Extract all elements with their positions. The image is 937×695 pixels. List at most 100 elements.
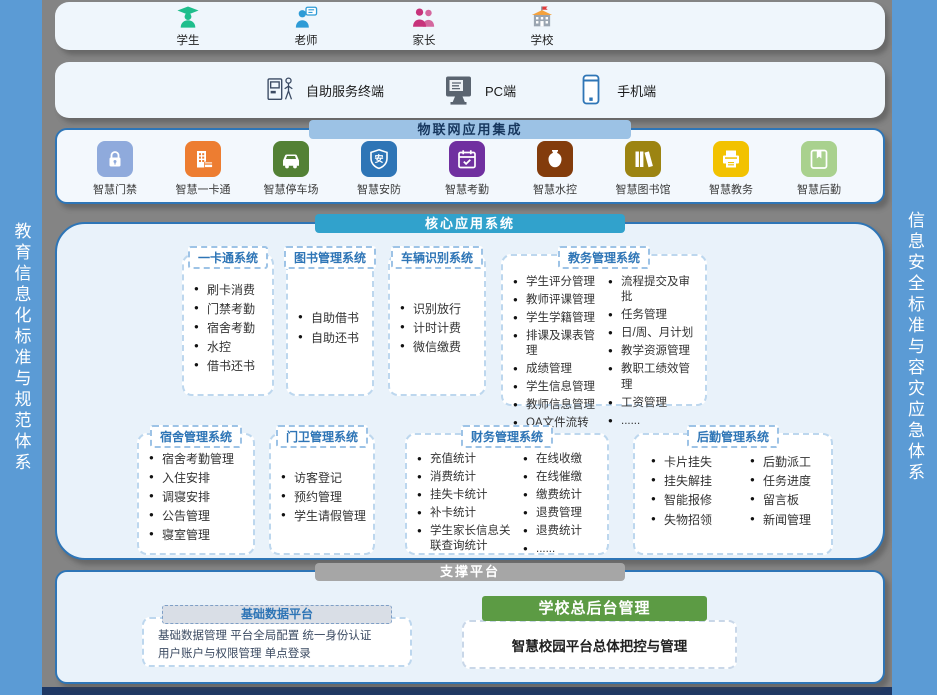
terminal-group-kiosk: 自助服务终端 [263,73,384,107]
iot-item-door-access: 智慧门禁 [81,141,149,197]
system-item: 预约管理 [281,489,366,505]
security-icon: 安 [361,141,397,177]
right-rail: 信息安全标准与容灾应急体系 [892,0,937,695]
system-item: 宿舍考勤 [194,320,255,336]
system-item: 日/周、月计划 [608,326,701,342]
system-item: 教师信息管理 [513,398,606,414]
system-item-column: 后勤派工任务进度留言板新闻管理 [750,451,827,531]
system-item: 教职工绩效管理 [608,362,701,393]
system-item-column: 流程提交及审批任务管理日/周、月计划教学资源管理教职工绩效管理工资管理.....… [608,272,701,432]
system-box-title: 后勤管理系统 [687,425,779,448]
logistics-icon [801,141,837,177]
system-item: 留言板 [750,492,827,508]
system-item: 计时计费 [400,320,461,336]
school-admin-content: 智慧校园平台总体把控与管理 [512,635,688,655]
system-box-title: 门卫管理系统 [276,425,368,448]
core-row-2: 宿舍管理系统宿舍考勤管理入住安排调寝安排公告管理寝室管理门卫管理系统访客登记预约… [137,433,883,555]
system-box-title: 图书管理系统 [284,246,376,269]
system-item: 自助借书 [298,310,359,326]
parking-icon [273,141,309,177]
user-label: 学生 [177,32,200,48]
system-box-content: 自助借书自助还书 [288,256,372,394]
iot-banner: 物联网应用集成 [309,120,631,139]
school-admin-banner: 学校总后台管理 [482,596,707,621]
system-item: 流程提交及审批 [608,275,701,306]
base-data-platform-box: 基础数据平台 基础数据管理 平台全局配置 统一身份认证 用户账户与权限管理 单点… [142,617,412,667]
system-item: 识别放行 [400,301,461,317]
core-row-1: 一卡通系统刷卡消费门禁考勤宿舍考勤水控借书还书图书管理系统自助借书自助还书车辆识… [182,224,883,406]
system-item-column: 刷卡消费门禁考勤宿舍考勤水控借书还书 [194,279,255,378]
system-box-content: 访客登记预约管理学生请假管理 [271,435,373,553]
system-item: 退费管理 [523,506,582,522]
system-box-title: 教务管理系统 [558,246,650,269]
system-item: 访客登记 [281,470,366,486]
system-item: 充值统计 [417,452,521,468]
system-item: 成绩管理 [513,362,606,378]
terminal-group-pc: PC端 [442,73,516,107]
pc-icon [442,73,476,107]
system-item: 入住安排 [149,470,234,486]
system-box-content: 识别放行计时计费微信缴费 [390,256,484,394]
system-item: 寝室管理 [149,527,234,543]
system-box-logistics: 后勤管理系统卡片挂失挂失解挂智能报修失物招领后勤派工任务进度留言板新闻管理 [633,433,833,555]
base-data-platform-title: 基础数据平台 [162,605,392,624]
system-box-vehicle: 车辆识别系统识别放行计时计费微信缴费 [388,254,486,396]
iot-label: 智慧安防 [357,181,401,197]
system-box-gate: 门卫管理系统访客登记预约管理学生请假管理 [269,433,375,555]
system-item: 挂失卡统计 [417,488,521,504]
bottom-bar [42,687,892,695]
school-admin-box: 智慧校园平台总体把控与管理 [462,620,737,669]
terminal-label: PC端 [485,81,516,100]
iot-label: 智慧考勤 [445,181,489,197]
user-label: 老师 [295,32,318,48]
iot-item-parking: 智慧停车场 [257,141,325,197]
support-banner: 支撑平台 [315,563,625,581]
system-item-column: 访客登记预约管理学生请假管理 [281,467,366,528]
system-box-content: 宿舍考勤管理入住安排调寝安排公告管理寝室管理 [139,435,253,553]
system-item: 补卡统计 [417,506,521,522]
system-item: 后勤派工 [750,454,827,470]
library-icon [625,141,661,177]
kiosk-icon [263,73,297,107]
system-box-library: 图书管理系统自助借书自助还书 [286,254,374,396]
right-rail-label: 信息安全标准与容灾应急体系 [902,211,927,484]
system-box-dorm: 宿舍管理系统宿舍考勤管理入住安排调寝安排公告管理寝室管理 [137,433,255,555]
system-item: 退费统计 [523,524,582,540]
student-icon [175,4,201,30]
system-item: 工资管理 [608,396,701,412]
terminal-label: 自助服务终端 [306,81,384,100]
system-box-title: 宿舍管理系统 [150,425,242,448]
left-rail: 教育信息化标准与规范体系 [0,0,42,695]
system-item-column: 卡片挂失挂失解挂智能报修失物招领 [651,451,728,531]
system-item: 消费统计 [417,470,521,486]
system-box-content: 学生评分管理教师评课管理学生学籍管理排课及课表管理成绩管理学生信息管理教师信息管… [503,256,705,404]
iot-label: 智慧后勤 [797,181,841,197]
user-label: 家长 [413,32,436,48]
left-rail-label: 教育信息化标准与规范体系 [9,222,34,474]
iot-item-security: 安智慧安防 [345,141,413,197]
academic-icon [713,141,749,177]
system-box-content: 卡片挂失挂失解挂智能报修失物招领后勤派工任务进度留言板新闻管理 [635,435,831,553]
system-item: 宿舍考勤管理 [149,451,234,467]
user-group-parents: 家长 [391,4,457,48]
iot-item-logistics: 智慧后勤 [785,141,853,197]
iot-integration-panel: 物联网应用集成 智慧门禁智慧一卡通智慧停车场安智慧安防智慧考勤智慧水控智慧图书馆… [55,128,885,204]
system-box-content: 充值统计消费统计挂失卡统计补卡统计学生家长信息关联查询统计在线收缴在线催缴缴费统… [407,435,607,553]
phone-icon [574,73,608,107]
system-item: 智能报修 [651,492,728,508]
system-item-column: 学生评分管理教师评课管理学生学籍管理排课及课表管理成绩管理学生信息管理教师信息管… [513,272,606,434]
system-item: 缴费统计 [523,488,582,504]
iot-label: 智慧一卡通 [176,181,231,197]
system-item: 刷卡消费 [194,282,255,298]
support-platform-panel: 支撑平台 基础数据平台 基础数据管理 平台全局配置 统一身份认证 用户账户与权限… [55,570,885,684]
system-item: 调寝安排 [149,489,234,505]
iot-items: 智慧门禁智慧一卡通智慧停车场安智慧安防智慧考勤智慧水控智慧图书馆智慧教务智慧后勤 [57,130,883,197]
system-item: 排课及课表管理 [513,329,606,360]
iot-item-academic: 智慧教务 [697,141,765,197]
system-item: 任务管理 [608,308,701,324]
system-item: 学生学籍管理 [513,311,606,327]
system-item-column: 识别放行计时计费微信缴费 [400,298,461,359]
iot-item-water: 智慧水控 [521,141,589,197]
core-systems-panel: 核心应用系统 一卡通系统刷卡消费门禁考勤宿舍考勤水控借书还书图书管理系统自助借书… [55,222,885,560]
parents-icon [411,4,437,30]
